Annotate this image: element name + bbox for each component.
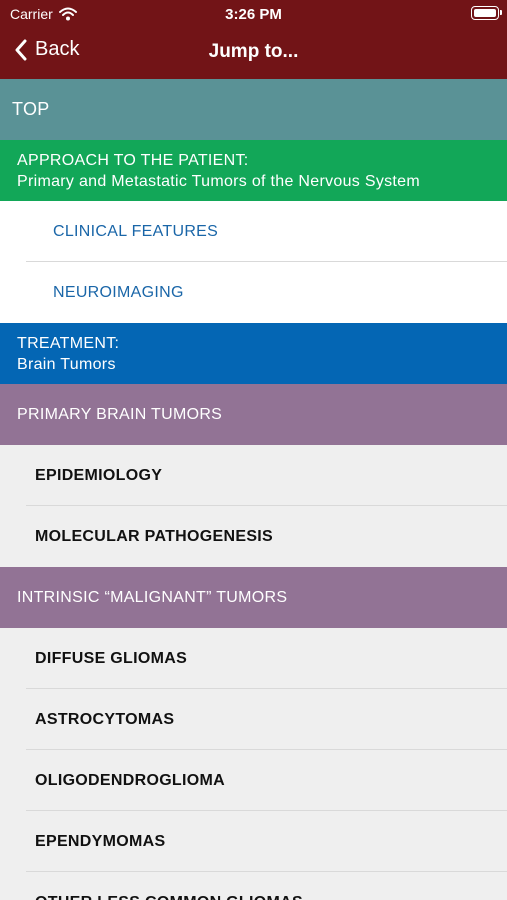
list-item-label: NEUROIMAGING <box>53 284 184 301</box>
list-item-treatment[interactable]: TREATMENT: Brain Tumors <box>0 323 507 384</box>
list-item-label: CLINICAL FEATURES <box>53 223 219 240</box>
battery-icon <box>471 6 502 20</box>
list-item-label: OLIGODENDROGLIOMA <box>35 772 225 789</box>
status-time: 3:26 PM <box>225 6 282 23</box>
list-item-sublabel: Brain Tumors <box>17 355 116 373</box>
list-item-intrinsic-malignant-tumors[interactable]: INTRINSIC “MALIGNANT” TUMORS <box>0 567 507 628</box>
list-item-oligodendroglioma[interactable]: OLIGODENDROGLIOMA <box>0 750 507 811</box>
list-item-approach[interactable]: APPROACH TO THE PATIENT: Primary and Met… <box>0 140 507 201</box>
list-item-astrocytomas[interactable]: ASTROCYTOMAS <box>0 689 507 750</box>
list-item-ependymomas[interactable]: EPENDYMOMAS <box>0 811 507 872</box>
page-title: Jump to... <box>208 41 299 62</box>
list-item-label: ASTROCYTOMAS <box>35 711 175 728</box>
jump-list: TOP APPROACH TO THE PATIENT: Primary and… <box>0 79 507 900</box>
list-item-epidemiology[interactable]: EPIDEMIOLOGY <box>0 445 507 506</box>
list-item-sublabel: Primary and Metastatic Tumors of the Ner… <box>17 172 420 190</box>
list-item-neuroimaging[interactable]: NEUROIMAGING <box>0 262 507 323</box>
list-item-label: TREATMENT: <box>17 334 120 352</box>
header-bar: Carrier 3:26 PM Back Jump to... <box>0 0 507 79</box>
list-item-label: EPIDEMIOLOGY <box>35 467 163 484</box>
list-item-label: TOP <box>12 99 50 119</box>
list-item-clinical-features[interactable]: CLINICAL FEATURES <box>0 201 507 262</box>
list-item-label: PRIMARY BRAIN TUMORS <box>17 406 223 423</box>
list-item-primary-brain-tumors[interactable]: PRIMARY BRAIN TUMORS <box>0 384 507 445</box>
list-item-molecular-pathogenesis[interactable]: MOLECULAR PATHOGENESIS <box>0 506 507 567</box>
list-item-label: INTRINSIC “MALIGNANT” TUMORS <box>17 589 288 606</box>
list-item-other-less-common-gliomas[interactable]: OTHER LESS COMMON GLIOMAS <box>0 872 507 900</box>
list-item-label: DIFFUSE GLIOMAS <box>35 650 188 667</box>
list-item-top[interactable]: TOP <box>0 79 507 140</box>
list-item-label: APPROACH TO THE PATIENT: <box>17 151 249 169</box>
list-item-label: MOLECULAR PATHOGENESIS <box>35 528 274 545</box>
status-bar: Carrier 3:26 PM <box>0 0 507 28</box>
list-item-diffuse-gliomas[interactable]: DIFFUSE GLIOMAS <box>0 628 507 689</box>
list-item-label: EPENDYMOMAS <box>35 833 166 850</box>
list-item-label: OTHER LESS COMMON GLIOMAS <box>35 892 507 900</box>
